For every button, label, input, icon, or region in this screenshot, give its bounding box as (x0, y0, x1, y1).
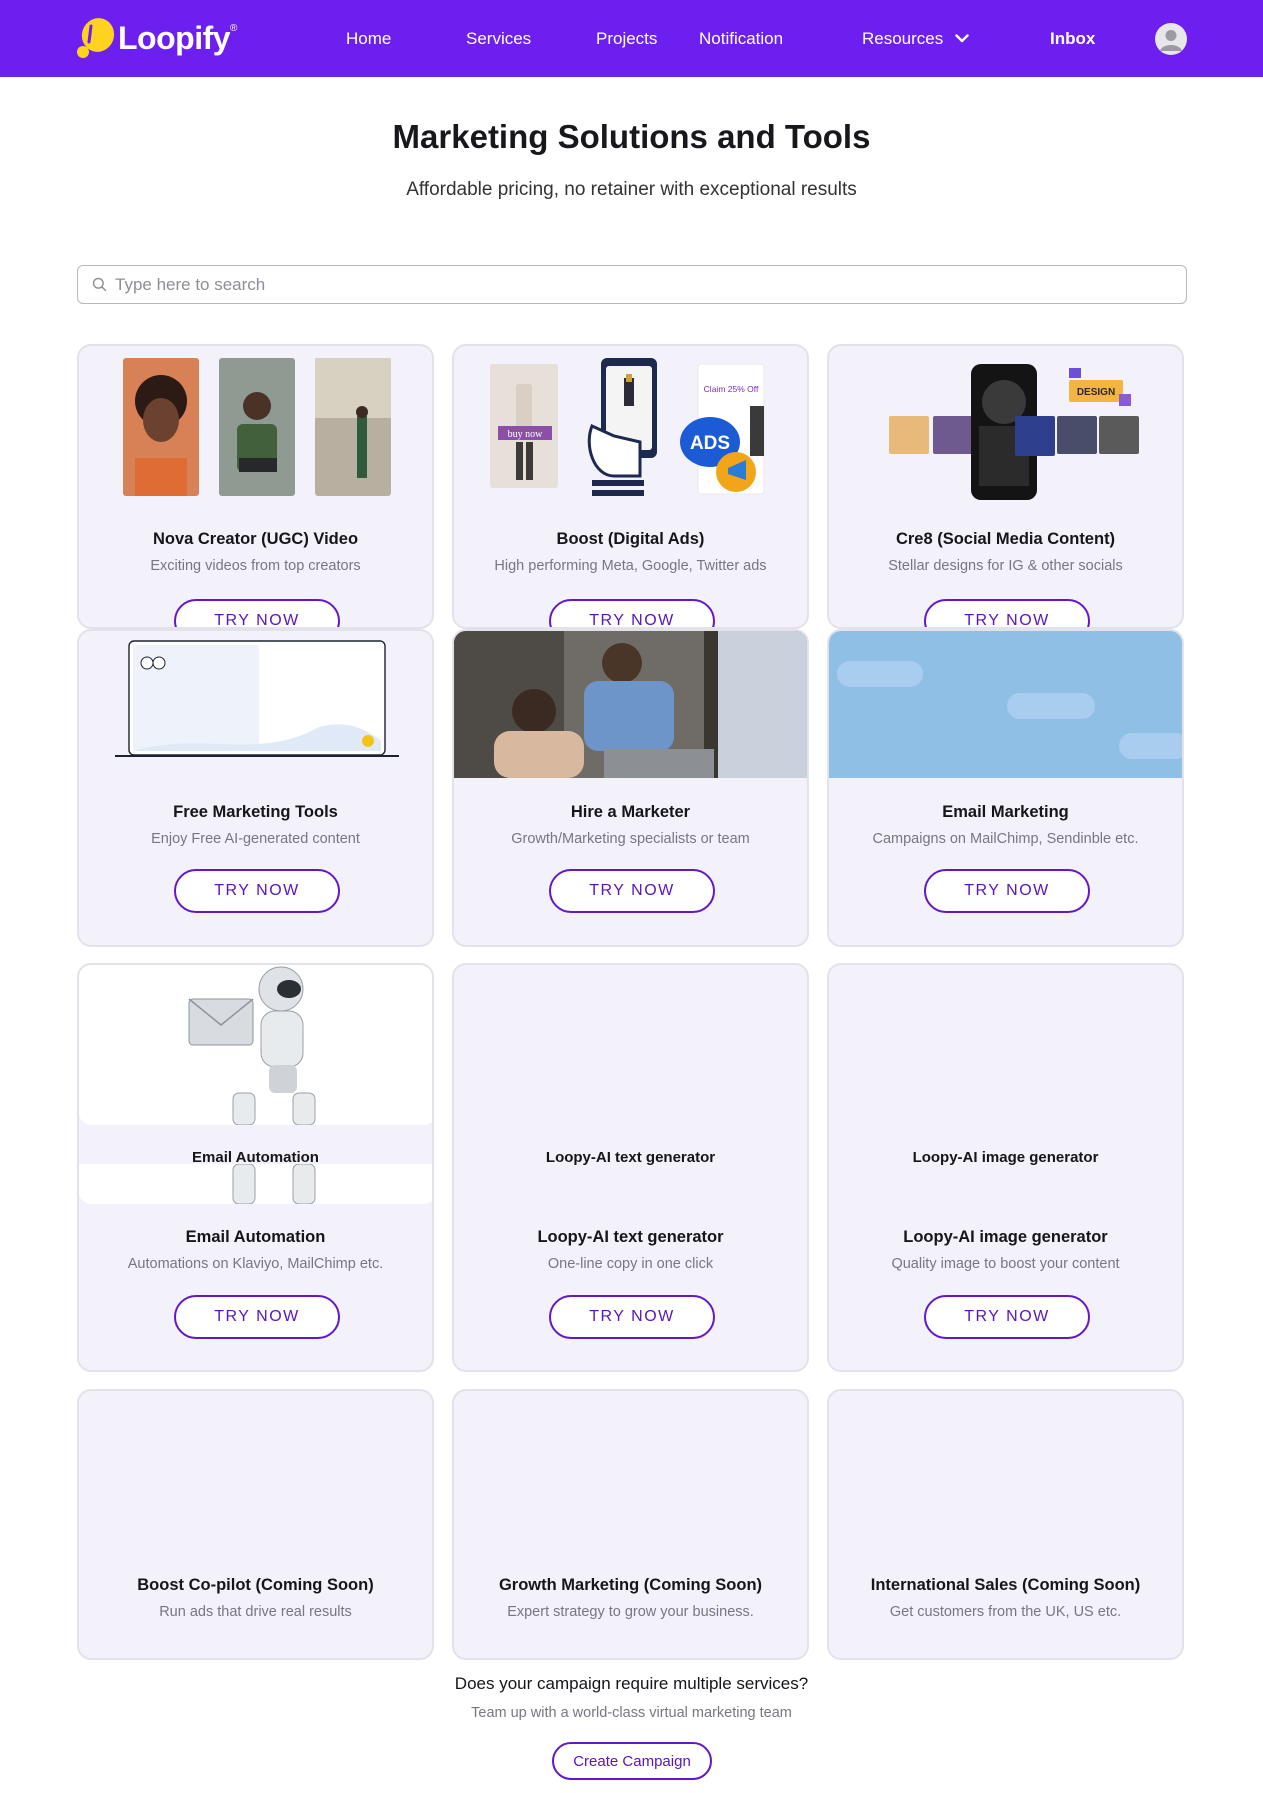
robot-holding-envelope-image (79, 965, 432, 1125)
buy-now-text: buy now (508, 429, 544, 440)
profile-avatar-icon[interactable] (1155, 23, 1187, 55)
email-marketing-banner (829, 631, 1182, 778)
card-growth-marketing[interactable]: Growth Marketing (Coming Soon) Expert st… (452, 1389, 809, 1660)
card-title: Loopy-AI text generator (537, 1228, 724, 1246)
digital-ads-illustration: buy now Claim 25% Off ADS (454, 346, 807, 511)
card-title: Loopy-AI image generator (903, 1228, 1108, 1246)
card-title: International Sales (Coming Soon) (870, 1576, 1141, 1594)
logo[interactable]: Loopify ® (76, 16, 237, 60)
card-cre8-social-media[interactable]: DESIGN Cre8 (Social Media Content) Stell… (827, 344, 1184, 629)
card-international-sales[interactable]: International Sales (Coming Soon) Get cu… (827, 1389, 1184, 1660)
card-boost-digital-ads[interactable]: buy now Claim 25% Off ADS Boost (Digital… (452, 344, 809, 629)
laptop-illustration (79, 631, 432, 778)
multiple-services-question: Does your campaign require multiple serv… (454, 1674, 809, 1693)
try-now-button[interactable]: TRY NOW (924, 1295, 1090, 1339)
card-description: Stellar designs for IG & other socials (888, 558, 1123, 574)
ads-bubble-text: ADS (690, 433, 730, 454)
ugc-video-thumbnails-image (79, 346, 432, 511)
team-up-text: Team up with a world-class virtual marke… (471, 1705, 792, 1721)
nav-projects[interactable]: Projects (596, 0, 657, 77)
nav-resources[interactable]: Resources (862, 0, 969, 77)
card-nova-creator[interactable]: Nova Creator (UGC) Video Exciting videos… (77, 344, 434, 629)
card-title: Email Marketing (942, 803, 1069, 821)
card-description: High performing Meta, Google, Twitter ad… (494, 558, 767, 574)
card-title: Free Marketing Tools (173, 803, 338, 821)
try-now-button[interactable]: TRY NOW (924, 869, 1090, 913)
card-description: Growth/Marketing specialists or team (511, 831, 750, 847)
page-subtitle: Affordable pricing, no retainer with exc… (406, 179, 857, 200)
nav-notification[interactable]: Notification (699, 0, 783, 77)
logo-icon (76, 16, 116, 60)
nav-services[interactable]: Services (466, 0, 531, 77)
card-free-marketing-tools[interactable]: Free Marketing Tools Enjoy Free AI-gener… (77, 629, 434, 947)
card-title: Email Automation (185, 1228, 326, 1246)
robot-feet-image (79, 1164, 432, 1204)
try-now-button[interactable]: TRY NOW (174, 1295, 340, 1339)
card-description: Enjoy Free AI-generated content (151, 831, 360, 847)
card-description: Automations on Klaviyo, MailChimp etc. (127, 1256, 384, 1272)
nav-home[interactable]: Home (346, 0, 391, 77)
card-description: Run ads that drive real results (159, 1604, 352, 1620)
card-title: Growth Marketing (Coming Soon) (498, 1576, 763, 1594)
social-media-designs-illustration: DESIGN (829, 346, 1182, 511)
logo-text: Loopify (118, 19, 231, 56)
marketers-at-work-photo (454, 631, 807, 778)
card-hire-a-marketer[interactable]: Hire a Marketer Growth/Marketing special… (452, 629, 809, 947)
try-now-button[interactable]: TRY NOW (174, 869, 340, 913)
card-description: Exciting videos from top creators (150, 558, 361, 574)
card-title: Cre8 (Social Media Content) (895, 530, 1116, 548)
try-now-button[interactable]: TRY NOW (549, 599, 715, 627)
nav-inbox[interactable]: Inbox (1050, 0, 1095, 77)
card-title: Boost Co-pilot (Coming Soon) (137, 1576, 374, 1594)
nav-resources-label: Resources (862, 29, 944, 48)
try-now-button[interactable]: TRY NOW (174, 599, 340, 627)
try-now-button[interactable]: TRY NOW (549, 869, 715, 913)
search-icon (92, 277, 107, 292)
search-input[interactable] (115, 274, 1115, 295)
design-label-text: DESIGN (1077, 387, 1115, 398)
card-loopy-ai-image-generator[interactable]: Loopy-AI image generator Loopy-AI image … (827, 963, 1184, 1372)
card-title: Hire a Marketer (570, 803, 691, 821)
card-title: Boost (Digital Ads) (556, 530, 705, 548)
top-navbar: Loopify ® Home Services Projects Notific… (0, 0, 1263, 77)
card-email-marketing[interactable]: Email Marketing Campaigns on MailChimp, … (827, 629, 1184, 947)
page-title: Marketing Solutions and Tools (392, 118, 871, 155)
search-bar[interactable] (77, 265, 1187, 304)
card-title: Nova Creator (UGC) Video (152, 530, 359, 548)
card-description: Campaigns on MailChimp, Sendinble etc. (872, 831, 1139, 847)
try-now-button[interactable]: TRY NOW (924, 599, 1090, 627)
claim-offer-text: Claim 25% Off (704, 384, 759, 394)
create-campaign-button[interactable]: Create Campaign (552, 1742, 712, 1780)
chevron-down-icon (955, 0, 969, 76)
registered-mark: ® (230, 22, 238, 34)
card-description: One-line copy in one click (547, 1256, 714, 1272)
card-loopy-ai-text-generator[interactable]: Loopy-AI text generator Loopy-AI text ge… (452, 963, 809, 1372)
card-title-overlay: Loopy-AI image generator (912, 1149, 1099, 1166)
card-email-automation[interactable]: Email Automation Email Automation Automa… (77, 963, 434, 1372)
card-title-overlay: Loopy-AI text generator (545, 1149, 716, 1166)
card-boost-co-pilot[interactable]: Boost Co-pilot (Coming Soon) Run ads tha… (77, 1389, 434, 1660)
try-now-button[interactable]: TRY NOW (549, 1295, 715, 1339)
card-description: Quality image to boost your content (891, 1256, 1120, 1272)
card-description: Expert strategy to grow your business. (507, 1604, 754, 1620)
card-description: Get customers from the UK, US etc. (889, 1604, 1122, 1620)
